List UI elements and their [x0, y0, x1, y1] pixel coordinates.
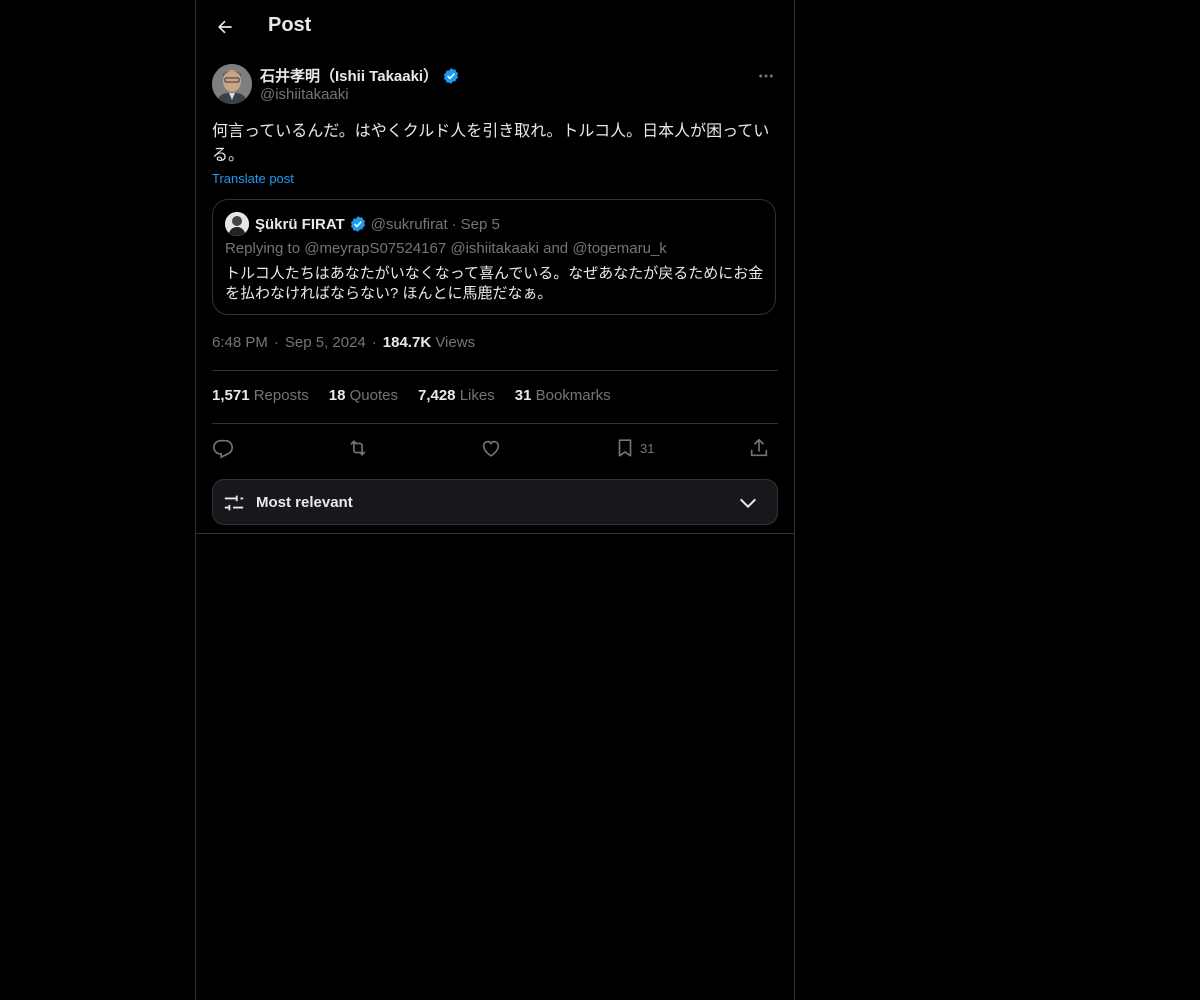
- quotes-stat[interactable]: 18 Quotes: [329, 387, 398, 404]
- sort-label: Most relevant: [256, 494, 353, 511]
- bookmark-count: 31: [640, 440, 655, 456]
- bookmarks-stat[interactable]: 31 Bookmarks: [515, 387, 611, 404]
- reply-icon: [213, 439, 233, 459]
- verified-badge-icon: [350, 216, 365, 232]
- author-handle[interactable]: @ishiitakaaki: [260, 86, 349, 103]
- translate-post-link[interactable]: Translate post: [212, 171, 294, 186]
- divider: [212, 370, 778, 371]
- reposts-label: Reposts: [253, 387, 309, 404]
- meta-separator: ·: [273, 334, 279, 351]
- share-icon: [750, 438, 768, 457]
- reposts-stat[interactable]: 1,571 Reposts: [212, 387, 309, 404]
- views: 184.7K Views: [383, 334, 475, 351]
- action-bar: 31: [212, 434, 778, 462]
- like-button[interactable]: [480, 434, 502, 462]
- likes-count: 7,428: [417, 387, 456, 404]
- likes-label: Likes: [459, 387, 495, 404]
- quote-author-handle: @sukrufirat: [370, 215, 448, 233]
- bookmarks-label: Bookmarks: [535, 387, 611, 404]
- meta-separator: ·: [371, 334, 377, 351]
- quote-separator: ·: [451, 215, 457, 233]
- verified-badge-icon: [444, 67, 459, 84]
- share-button[interactable]: [748, 434, 770, 462]
- avatar[interactable]: [212, 64, 252, 104]
- reply-button[interactable]: [212, 434, 234, 462]
- reposts-count: 1,571: [212, 387, 250, 404]
- post-date[interactable]: Sep 5, 2024: [285, 334, 366, 351]
- divider: [212, 423, 778, 424]
- sliders-icon: [224, 495, 244, 511]
- back-button[interactable]: [208, 10, 242, 44]
- quote-text: トルコ人たちはあなたがいなくなって喜んでいる。なぜあなたが戻るためにお金を払わな…: [225, 265, 764, 302]
- bookmark-icon: [618, 439, 632, 457]
- more-options-button[interactable]: [754, 64, 778, 88]
- post-text: 何言っているんだ。はやくクルド人を引き取れ。トルコ人。日本人が困っている。: [212, 123, 770, 164]
- views-count: 184.7K: [382, 334, 432, 351]
- author-block: 石井孝明（Ishii Takaaki） @ishiitakaaki: [212, 64, 778, 108]
- quote-author-name: Şükrü FIRAT: [255, 215, 345, 233]
- quote-avatar-image: [225, 212, 249, 236]
- quotes-count: 18: [328, 387, 346, 404]
- arrow-left-icon: [218, 20, 232, 34]
- bookmarks-count: 31: [514, 387, 532, 404]
- page-title: Post: [268, 14, 312, 36]
- bookmark-button[interactable]: 31: [614, 434, 654, 462]
- reply-sort-dropdown[interactable]: Most relevant: [212, 479, 778, 525]
- name-row: 石井孝明（Ishii Takaaki）: [260, 65, 460, 86]
- chevron-down-icon: [739, 498, 757, 509]
- divider: [196, 533, 794, 534]
- post-time[interactable]: 6:48 PM: [212, 334, 268, 351]
- quote-date: Sep 5: [460, 215, 500, 233]
- engagement-stats: 1,571 Reposts 18 Quotes 7,428 Likes 31 B…: [212, 387, 611, 404]
- author-name[interactable]: 石井孝明（Ishii Takaaki）: [260, 65, 438, 86]
- views-label: Views: [435, 334, 476, 351]
- heart-icon: [482, 440, 500, 457]
- post-column: Post 石井孝明（Ishii Takaaki） @ishiitakaaki 何…: [195, 0, 795, 1000]
- quote-header: Şükrü FIRAT @sukrufirat · Sep 5: [225, 212, 500, 236]
- likes-stat[interactable]: 7,428 Likes: [418, 387, 495, 404]
- post-meta: 6:48 PM · Sep 5, 2024 · 184.7K Views: [212, 334, 475, 351]
- repost-button[interactable]: [346, 434, 370, 462]
- quote-replying-to: Replying to @meyrapS07524167 @ishiitakaa…: [225, 240, 667, 257]
- more-dots-icon: [759, 74, 773, 78]
- avatar-image: [212, 64, 252, 104]
- quotes-label: Quotes: [349, 387, 398, 404]
- repost-icon: [350, 440, 366, 456]
- quote-avatar: [225, 212, 249, 236]
- quoted-post[interactable]: Şükrü FIRAT @sukrufirat · Sep 5 Replying…: [212, 199, 776, 315]
- header: Post: [196, 0, 794, 54]
